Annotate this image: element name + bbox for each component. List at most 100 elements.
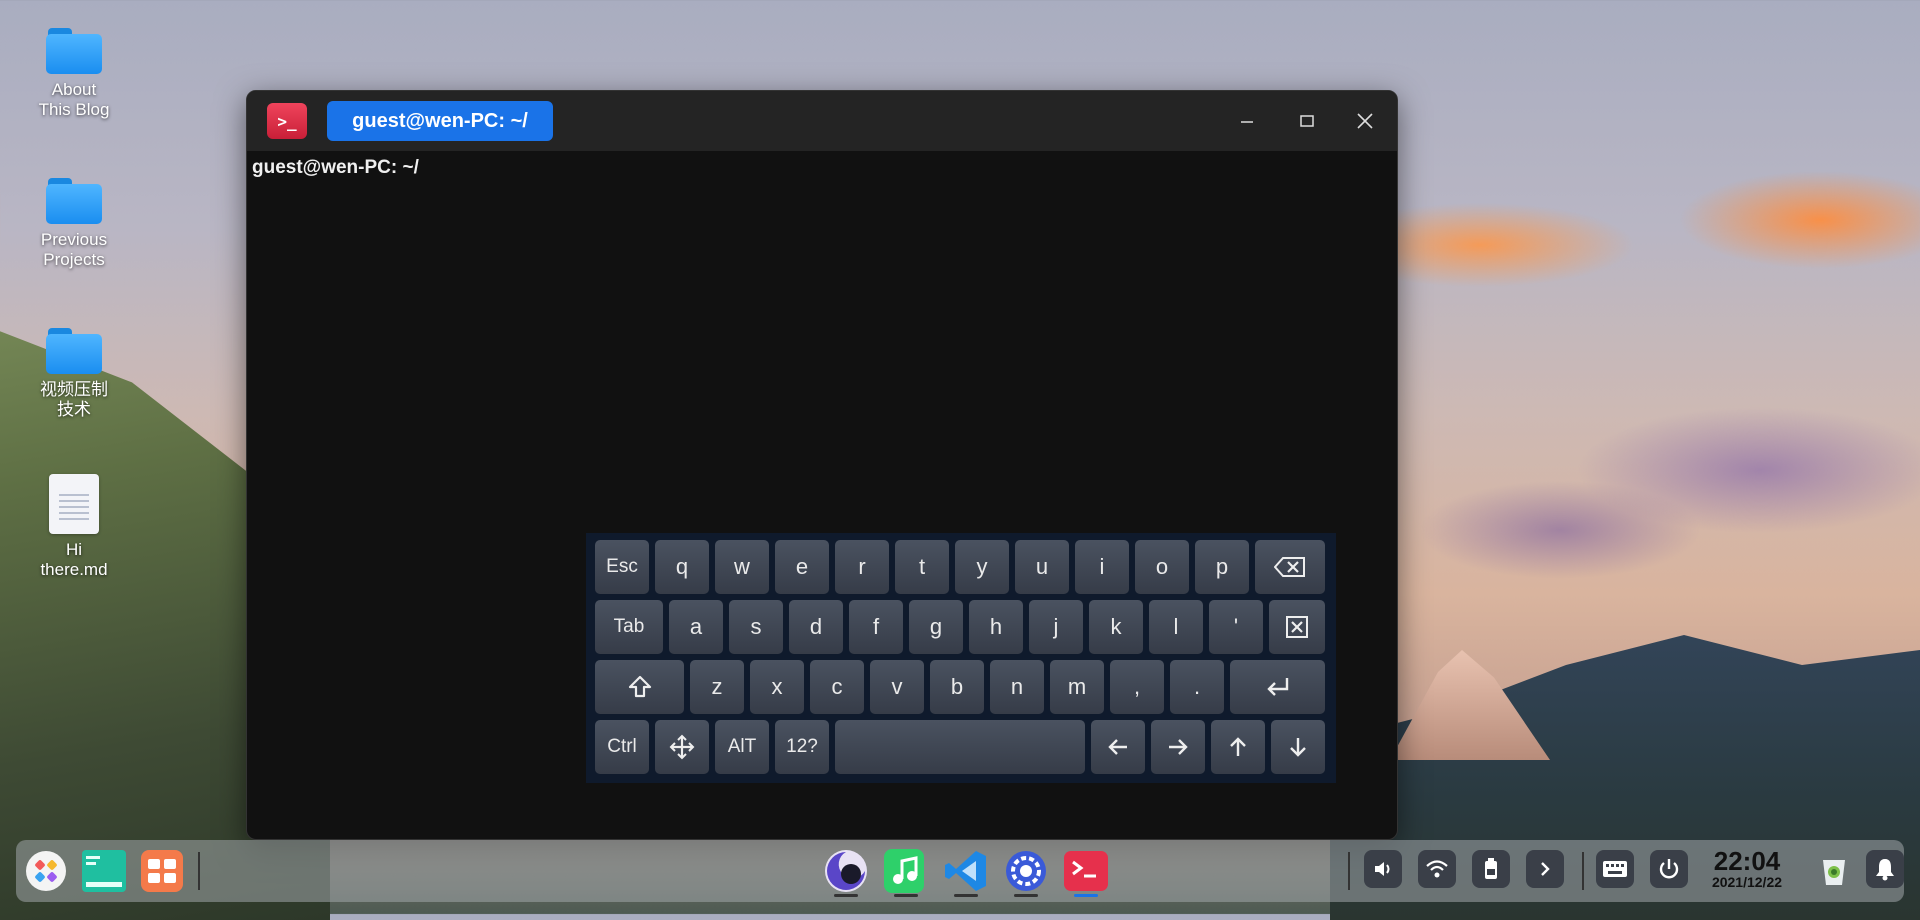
desktop-item-label: Previous (40, 230, 108, 249)
key-d[interactable]: d (789, 600, 843, 654)
key-s[interactable]: s (729, 600, 783, 654)
terminal-output[interactable]: guest@wen-PC: ~/ (247, 151, 1397, 185)
taskbar: 22:04 2021/12/22 (16, 840, 1904, 902)
volume-button[interactable] (1364, 850, 1402, 888)
key-c[interactable]: c (810, 660, 864, 714)
dock-settings[interactable] (1002, 847, 1050, 897)
maximize-button[interactable] (1291, 105, 1323, 137)
terminal-window: >_ guest@wen-PC: ~/ guest@wen-PC: ~/ Esc… (246, 90, 1398, 840)
clock[interactable]: 22:04 2021/12/22 (1702, 848, 1792, 890)
key-p[interactable]: p (1195, 540, 1249, 594)
dock-vscode[interactable] (942, 847, 990, 897)
desktop-item-label: 技术 (57, 400, 91, 419)
terminal-prompt: guest@wen-PC: ~/ (252, 157, 419, 178)
maximize-icon (1300, 115, 1314, 127)
key-l[interactable]: l (1149, 600, 1203, 654)
desktop-item-label: Projects (43, 250, 105, 269)
desktop-item-hi-there-md[interactable]: Hi there.md (24, 474, 124, 580)
bell-icon (1876, 859, 1894, 881)
expand-tray-button[interactable] (1526, 850, 1564, 888)
trash-button[interactable] (1810, 847, 1858, 895)
key-e[interactable]: e (775, 540, 829, 594)
desktop-item-label: Hi (65, 540, 83, 559)
key-numbers[interactable]: 12? (775, 720, 829, 774)
key-apostrophe[interactable]: ' (1209, 600, 1263, 654)
key-o[interactable]: o (1135, 540, 1189, 594)
document-icon (49, 474, 99, 534)
desktop-item-label: 视频压制 (40, 380, 108, 399)
key-right[interactable] (1151, 720, 1205, 774)
minimize-button[interactable] (1231, 105, 1263, 137)
key-w[interactable]: w (715, 540, 769, 594)
desktop-item-label: there.md (40, 560, 108, 579)
tab-terminal[interactable]: guest@wen-PC: ~/ (327, 101, 553, 141)
key-t[interactable]: t (895, 540, 949, 594)
close-button[interactable] (1349, 105, 1381, 137)
desktop-item-previous-projects[interactable]: Previous Projects (24, 178, 124, 270)
desktop-item-video-compression[interactable]: 视频压制 技术 (24, 328, 124, 420)
arrow-right-icon (1169, 739, 1188, 755)
key-g[interactable]: g (909, 600, 963, 654)
key-left[interactable] (1091, 720, 1145, 774)
key-shift[interactable] (595, 660, 684, 714)
keyboard-button[interactable] (1596, 850, 1634, 888)
key-f[interactable]: f (849, 600, 903, 654)
move-icon (669, 734, 695, 760)
battery-button[interactable] (1472, 850, 1510, 888)
terminal-icon: >_ (267, 103, 307, 139)
folder-icon (46, 28, 102, 74)
terminal-icon (1064, 851, 1108, 891)
minimize-icon (1241, 121, 1253, 123)
key-v[interactable]: v (870, 660, 924, 714)
files-icon (82, 850, 126, 892)
taskbar-divider (1348, 852, 1350, 890)
key-alt[interactable]: AlT (715, 720, 769, 774)
notifications-button[interactable] (1866, 850, 1904, 888)
key-enter[interactable] (1230, 660, 1325, 714)
power-button[interactable] (1650, 850, 1688, 888)
key-u[interactable]: u (1015, 540, 1069, 594)
key-n[interactable]: n (990, 660, 1044, 714)
app-grid-button[interactable] (138, 847, 186, 895)
key-y[interactable]: y (955, 540, 1009, 594)
key-i[interactable]: i (1075, 540, 1129, 594)
dock-terminal[interactable] (1062, 847, 1110, 897)
key-r[interactable]: r (835, 540, 889, 594)
key-tab[interactable]: Tab (595, 600, 663, 654)
arrow-down-icon (1290, 738, 1306, 757)
key-q[interactable]: q (655, 540, 709, 594)
wifi-button[interactable] (1418, 850, 1456, 888)
key-k[interactable]: k (1089, 600, 1143, 654)
wifi-icon (1426, 860, 1448, 878)
clock-time: 22:04 (1713, 846, 1781, 876)
key-m[interactable]: m (1050, 660, 1104, 714)
launcher-button[interactable] (22, 847, 70, 895)
window-titlebar[interactable]: >_ guest@wen-PC: ~/ (247, 91, 1397, 151)
close-icon (1357, 113, 1373, 129)
key-delete[interactable] (1269, 600, 1325, 654)
key-esc[interactable]: Esc (595, 540, 649, 594)
files-button[interactable] (80, 847, 128, 895)
key-comma[interactable]: , (1110, 660, 1164, 714)
key-period[interactable]: . (1170, 660, 1224, 714)
key-down[interactable] (1271, 720, 1325, 774)
desktop-item-about-this-blog[interactable]: About This Blog (24, 28, 124, 120)
trash-icon (1823, 860, 1845, 885)
key-up[interactable] (1211, 720, 1265, 774)
key-ctrl[interactable]: Ctrl (595, 720, 649, 774)
key-z[interactable]: z (690, 660, 744, 714)
key-j[interactable]: j (1029, 600, 1083, 654)
running-indicator (834, 894, 858, 897)
key-x[interactable]: x (750, 660, 804, 714)
clock-date: 2021/12/22 (1711, 874, 1783, 890)
dock-browser[interactable] (822, 847, 870, 897)
key-move[interactable] (655, 720, 709, 774)
keyboard-icon (1603, 861, 1627, 877)
key-a[interactable]: a (669, 600, 723, 654)
key-b[interactable]: b (930, 660, 984, 714)
dock-music[interactable] (882, 847, 930, 897)
key-backspace[interactable] (1255, 540, 1325, 594)
key-h[interactable]: h (969, 600, 1023, 654)
key-space[interactable] (835, 720, 1085, 774)
enter-icon (1266, 678, 1288, 696)
